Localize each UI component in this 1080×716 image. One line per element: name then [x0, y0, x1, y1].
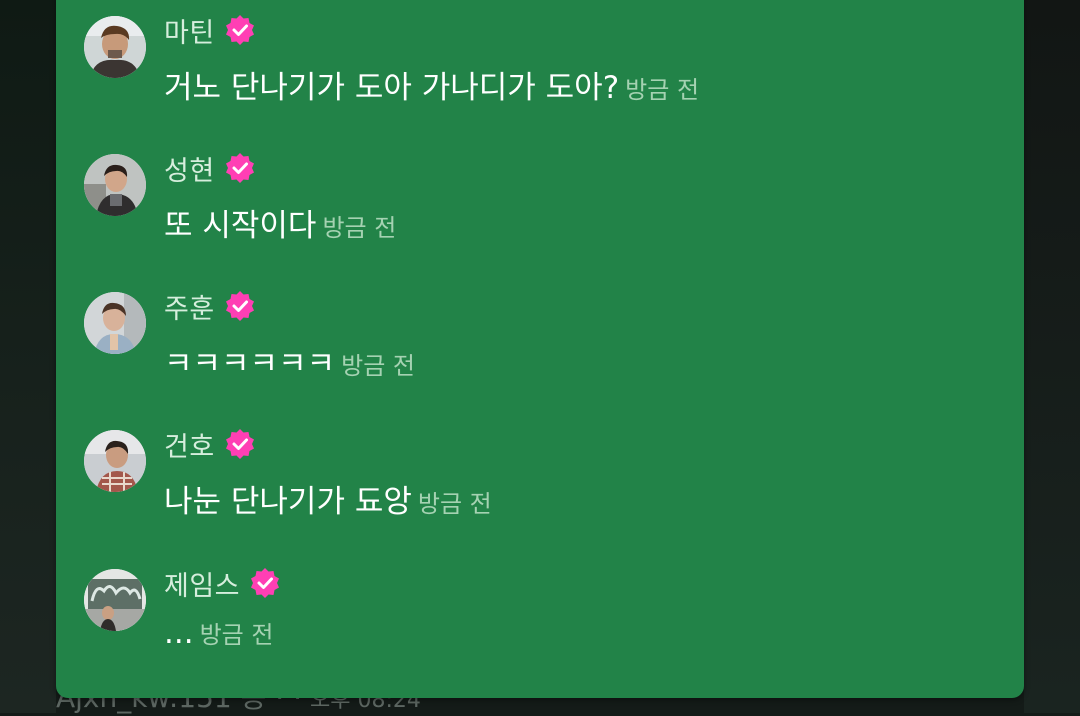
verified-badge-icon — [225, 429, 255, 459]
message-text: 거노 단나기가 도아 가나디가 도아? — [164, 70, 620, 106]
message-text: 나눈 단나기가 됴앙 — [164, 484, 412, 520]
avatar[interactable] — [84, 154, 146, 216]
sender-name[interactable]: 성현 — [164, 149, 215, 188]
message-text: 또 시작이다 — [164, 208, 317, 244]
message-time: 방금 전 — [199, 621, 274, 649]
avatar[interactable] — [84, 292, 146, 354]
verified-badge-icon — [225, 15, 255, 45]
verified-badge-icon — [225, 153, 255, 183]
background-right — [1024, 0, 1080, 713]
sender-name[interactable]: 주훈 — [164, 287, 215, 326]
chat-message-panel: 마틴 거노 단나기가 도아 가나디가 도아? 방금 전 성현 또 시작이다 방금… — [56, 0, 1024, 698]
message-time: 방금 전 — [417, 490, 492, 518]
message-time: 방금 전 — [322, 214, 397, 242]
message-text: ㅋㅋㅋㅋㅋㅋ — [164, 346, 336, 382]
background-left — [0, 0, 56, 713]
avatar[interactable] — [84, 569, 146, 631]
verified-badge-icon — [225, 291, 255, 321]
message-text: ... — [164, 615, 194, 651]
sender-name[interactable]: 마틴 — [164, 11, 215, 50]
message-time: 방금 전 — [341, 352, 415, 380]
avatar[interactable] — [84, 16, 146, 78]
sender-name[interactable]: 제임스 — [164, 564, 240, 603]
avatar[interactable] — [84, 430, 146, 492]
verified-badge-icon — [250, 568, 280, 598]
sender-name[interactable]: 건호 — [164, 425, 215, 464]
message-time: 방금 전 — [625, 76, 700, 104]
